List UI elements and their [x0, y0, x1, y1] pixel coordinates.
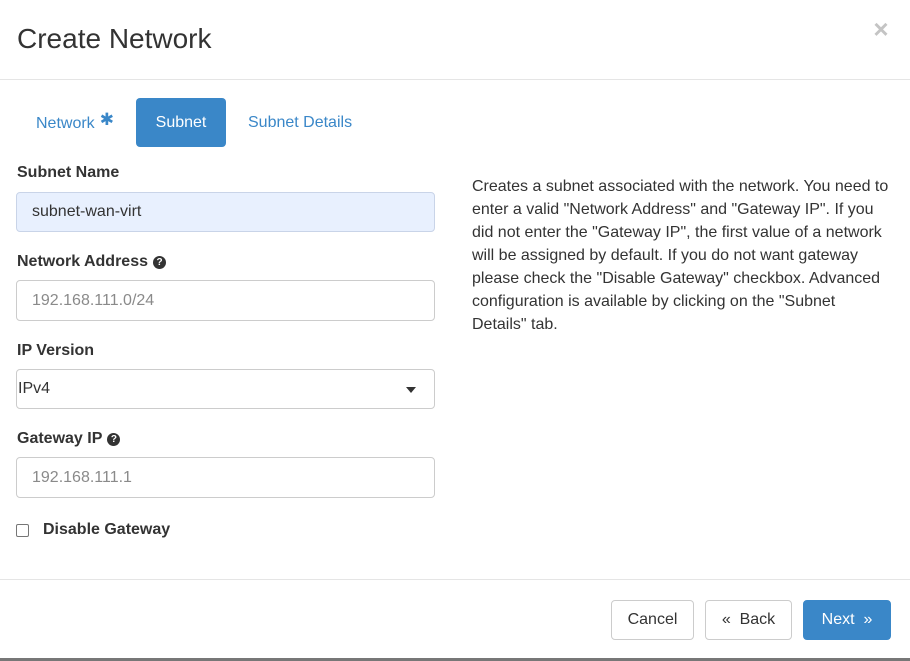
- close-icon[interactable]: ×: [870, 16, 892, 42]
- question-circle-icon[interactable]: ?: [107, 433, 121, 446]
- tab-subnet-details[interactable]: Subnet Details: [248, 98, 352, 147]
- tab-network[interactable]: Network ✱: [36, 98, 114, 147]
- subnet-name-label-text: Subnet Name: [17, 164, 120, 181]
- dialog-title: Create Network: [17, 23, 212, 54]
- ip-version-label: IP Version: [17, 342, 94, 360]
- dialog-header: Create Network ×: [0, 0, 910, 80]
- gateway-ip-input[interactable]: [16, 457, 435, 498]
- help-description: Creates a subnet associated with the net…: [472, 178, 889, 333]
- disable-gateway-label[interactable]: Disable Gateway: [43, 521, 170, 539]
- ip-version-selected: IPv4: [18, 380, 51, 397]
- next-button[interactable]: Next »: [803, 600, 891, 640]
- ip-version-select[interactable]: IPv4: [16, 369, 435, 409]
- back-button[interactable]: « Back: [705, 600, 792, 640]
- cancel-button[interactable]: Cancel: [611, 600, 694, 640]
- ip-version-label-text: IP Version: [17, 342, 95, 359]
- network-address-label: Network Address?: [17, 253, 166, 271]
- dialog-footer: Cancel « Back Next »: [0, 579, 910, 661]
- gateway-ip-label: Gateway IP?: [17, 430, 121, 448]
- gateway-ip-label-text: Gateway IP: [17, 430, 103, 447]
- tab-subnet[interactable]: Subnet: [136, 98, 226, 147]
- question-circle-icon[interactable]: ?: [153, 256, 166, 269]
- network-address-input[interactable]: [16, 280, 435, 321]
- disable-gateway-checkbox[interactable]: [16, 524, 29, 537]
- subnet-name-label: Subnet Name: [17, 164, 119, 182]
- tab-bar: Network ✱ Subnet Subnet Details: [0, 98, 910, 147]
- tab-network-label: Network: [36, 115, 95, 132]
- caret-down-icon: [406, 387, 416, 393]
- network-address-label-text: Network Address: [17, 253, 148, 270]
- subnet-name-input[interactable]: [16, 192, 435, 232]
- required-asterisk-icon: ✱: [99, 110, 114, 129]
